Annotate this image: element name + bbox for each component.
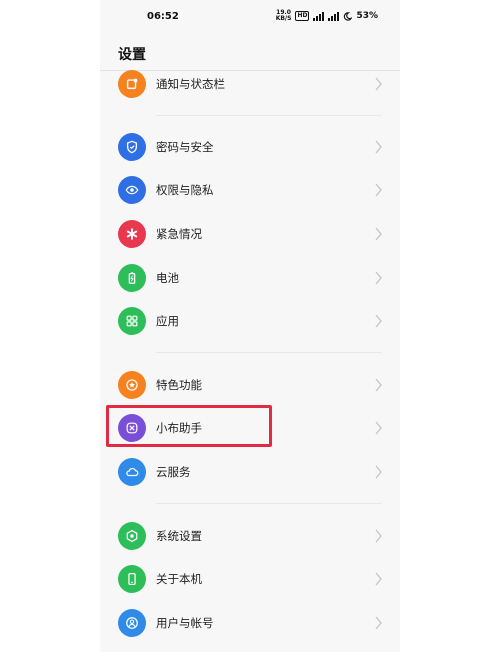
settings-item-label: 权限与隐私 <box>156 183 214 197</box>
star-icon <box>118 371 146 399</box>
notification-icon <box>118 70 146 98</box>
chevron-right-icon <box>375 140 382 154</box>
chevron-right-icon <box>375 183 382 197</box>
settings-item-permissions-privacy[interactable]: 权限与隐私 <box>100 168 400 212</box>
settings-item-label: 密码与安全 <box>156 140 214 154</box>
settings-item-cloud-services[interactable]: 云服务 <box>100 450 400 494</box>
chevron-right-icon <box>375 77 382 91</box>
settings-item-apps[interactable]: 应用 <box>100 299 400 343</box>
eye-icon <box>118 176 146 204</box>
group-divider <box>156 115 382 116</box>
settings-item-special-features[interactable]: 特色功能 <box>100 363 400 407</box>
settings-item-about-phone[interactable]: 关于本机 <box>100 557 400 601</box>
settings-item-label: 应用 <box>156 314 179 328</box>
grid-icon <box>118 307 146 335</box>
group-divider <box>156 503 382 504</box>
chevron-right-icon <box>375 314 382 328</box>
group-divider <box>156 352 382 353</box>
chevron-right-icon <box>375 465 382 479</box>
chevron-right-icon <box>375 227 382 241</box>
gear-icon <box>118 522 146 550</box>
settings-item-label: 云服务 <box>156 465 191 479</box>
chevron-right-icon <box>375 616 382 630</box>
cloud-icon <box>118 458 146 486</box>
settings-item-battery[interactable]: 电池 <box>100 256 400 300</box>
asterisk-icon <box>118 220 146 248</box>
settings-list: 通知与状态栏 密码与安全 权限与隐私 紧急情况 电池 应用 特色功能 小布助手 … <box>100 0 400 652</box>
settings-item-label: 用户与帐号 <box>156 616 214 630</box>
chevron-right-icon <box>375 378 382 392</box>
settings-item-emergency[interactable]: 紧急情况 <box>100 212 400 256</box>
settings-item-label: 电池 <box>156 271 179 285</box>
phone-icon <box>118 565 146 593</box>
settings-item-label: 紧急情况 <box>156 227 202 241</box>
chevron-right-icon <box>375 271 382 285</box>
shield-icon <box>118 133 146 161</box>
settings-item-label: 关于本机 <box>156 572 202 586</box>
highlight-box <box>106 405 272 447</box>
chevron-right-icon <box>375 572 382 586</box>
settings-item-password-security[interactable]: 密码与安全 <box>100 125 400 169</box>
settings-item-label: 特色功能 <box>156 378 202 392</box>
settings-item-system-settings[interactable]: 系统设置 <box>100 514 400 558</box>
user-icon <box>118 609 146 637</box>
settings-item-user-account[interactable]: 用户与帐号 <box>100 601 400 645</box>
phone-screen: 06:52 19.0 KB/S HD 53% 设置 通知与状态栏 密码与安全 权… <box>100 0 400 652</box>
battery-icon <box>118 264 146 292</box>
chevron-right-icon <box>375 421 382 435</box>
settings-item-label: 通知与状态栏 <box>156 77 225 91</box>
settings-item-notifications[interactable]: 通知与状态栏 <box>100 62 400 106</box>
chevron-right-icon <box>375 529 382 543</box>
settings-item-label: 系统设置 <box>156 529 202 543</box>
